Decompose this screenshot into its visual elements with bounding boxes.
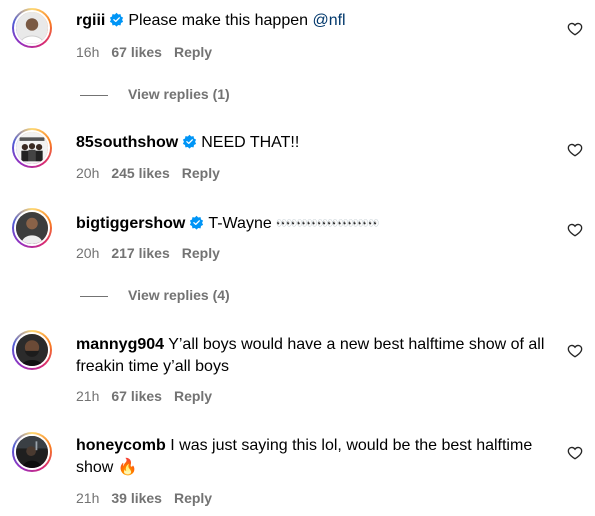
divider-line: [80, 94, 108, 96]
comment-text-block: 85southshow NEED THAT!!: [76, 132, 551, 154]
view-replies-label: View replies (4): [128, 287, 230, 303]
username[interactable]: honeycomb: [76, 437, 166, 454]
divider-line: [80, 295, 108, 297]
view-replies-label: View replies (1): [128, 86, 230, 102]
username[interactable]: rgiii: [76, 12, 105, 29]
verified-badge-icon: [183, 134, 197, 149]
heart-outline-icon[interactable]: [567, 142, 583, 158]
timestamp: 20h: [76, 245, 100, 261]
avatar[interactable]: [12, 128, 52, 168]
verified-badge-icon: [190, 215, 204, 230]
reply-button[interactable]: Reply: [174, 490, 212, 506]
avatar-photo-icon: [16, 436, 48, 468]
comment-meta: 21h 67 likes Reply: [76, 387, 224, 405]
username[interactable]: bigtiggershow: [76, 215, 185, 232]
avatar-photo-icon: [16, 132, 48, 164]
avatar-image: [14, 130, 50, 166]
avatar[interactable]: [12, 8, 52, 48]
comment-meta: 20h 217 likes Reply: [76, 244, 232, 262]
avatar-image: [14, 10, 50, 46]
avatar-image: [14, 332, 50, 368]
timestamp: 16h: [76, 44, 100, 60]
timestamp: 21h: [76, 388, 100, 404]
likes-count[interactable]: 39 likes: [111, 490, 162, 506]
avatar[interactable]: [12, 208, 52, 248]
view-replies-button[interactable]: View replies (1): [80, 85, 230, 103]
comment-text-block: bigtiggershow T-Wayne 👀👀👀👀👀👀👀👀👀👀: [76, 212, 551, 235]
avatar-photo-icon: [16, 12, 48, 44]
eyes-emoji: 👀👀👀👀👀👀👀👀👀👀: [276, 218, 379, 228]
avatar-image: [14, 434, 50, 470]
avatar-photo-icon: [16, 334, 48, 366]
timestamp: 21h: [76, 490, 100, 506]
likes-count[interactable]: 67 likes: [111, 388, 162, 404]
heart-outline-icon[interactable]: [567, 343, 583, 359]
avatar-image: [14, 210, 50, 246]
comment-text: Please make this happen: [128, 12, 313, 29]
reply-button[interactable]: Reply: [174, 44, 212, 60]
fire-emoji: 🔥: [117, 459, 138, 476]
mention-link[interactable]: @nfl: [312, 12, 345, 29]
verified-badge-icon: [110, 12, 124, 27]
comment-text-block: mannyg904 Y’all boys would have a new be…: [76, 334, 551, 378]
comment-meta: 16h 67 likes Reply: [76, 43, 224, 61]
username[interactable]: 85southshow: [76, 134, 178, 151]
likes-count[interactable]: 217 likes: [111, 245, 169, 261]
view-replies-button[interactable]: View replies (4): [80, 286, 230, 304]
comment-text-block: honeycomb I was just saying this lol, wo…: [76, 435, 551, 479]
reply-button[interactable]: Reply: [174, 388, 212, 404]
heart-outline-icon[interactable]: [567, 222, 583, 238]
avatar-photo-icon: [16, 212, 48, 244]
reply-button[interactable]: Reply: [182, 245, 220, 261]
heart-outline-icon[interactable]: [567, 21, 583, 37]
username[interactable]: mannyg904: [76, 336, 164, 353]
comment-text: T-Wayne: [208, 215, 277, 232]
comment-meta: 21h 39 likes Reply: [76, 489, 224, 507]
avatar[interactable]: [12, 330, 52, 370]
comment-meta: 20h 245 likes Reply: [76, 164, 232, 182]
comment-text-block: rgiii Please make this happen @nfl: [76, 10, 551, 32]
avatar[interactable]: [12, 432, 52, 472]
timestamp: 20h: [76, 165, 100, 181]
likes-count[interactable]: 67 likes: [111, 44, 162, 60]
comment-text: NEED THAT!!: [201, 134, 300, 151]
likes-count[interactable]: 245 likes: [111, 165, 169, 181]
heart-outline-icon[interactable]: [567, 445, 583, 461]
reply-button[interactable]: Reply: [182, 165, 220, 181]
